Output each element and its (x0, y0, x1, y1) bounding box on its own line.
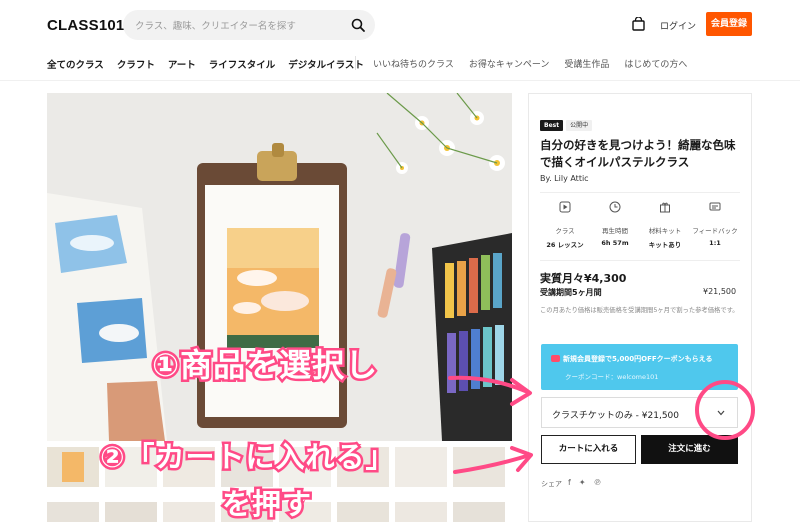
nav-item-campaign[interactable]: お得なキャンペーン (469, 57, 550, 70)
coupon-title: 新規会員登録で5,000円OFFクーポンもらえる (551, 354, 712, 364)
search-icon[interactable] (350, 17, 366, 33)
nav-item-digital-illust[interactable]: デジタルイラスト (288, 57, 364, 71)
divider (540, 192, 740, 193)
best-badge: Best (540, 120, 564, 131)
nav-item-beginners[interactable]: はじめての方へ (624, 57, 687, 70)
nav-item-student-works[interactable]: 受講生作品 (564, 57, 609, 70)
badge-group: Best 公開中 (540, 120, 593, 131)
annotation-step-3: を押す (219, 485, 313, 522)
monthly-price: 実質月々¥4,300 (540, 272, 627, 285)
nav-item-art[interactable]: アート (168, 57, 196, 71)
annotation-step-2: ②「カートに入れる」 (98, 438, 398, 477)
info-kit: 材料キット キットあり (640, 198, 690, 249)
search-input[interactable]: クラス、趣味、クリエイター名を探す (123, 10, 375, 40)
nav-item-craft[interactable]: クラフト (117, 57, 155, 71)
coupon-icon (551, 355, 560, 362)
option-select[interactable]: クラスチケットのみ - ¥21,500 (541, 397, 738, 428)
info-label: 再生時間 (602, 227, 628, 235)
nav-item-likes[interactable]: いいね待ちのクラス (373, 57, 454, 70)
product-photo[interactable] (47, 93, 512, 441)
divider (540, 260, 740, 261)
info-label: 材料キット (648, 227, 682, 235)
order-button[interactable]: 注文に進む (641, 435, 738, 464)
nav-item-lifestyle[interactable]: ライフスタイル (209, 57, 276, 71)
class-info-row: クラス 26 レッスン 再生時間 6h 57m 材料キット キットあり フィード… (540, 198, 740, 249)
logo[interactable]: CLASS101 (47, 17, 124, 34)
nav-item-all-classes[interactable]: 全てのクラス (47, 57, 104, 71)
info-label: クラス (555, 227, 575, 235)
share-label: シェア (541, 480, 562, 488)
info-feedback: フィードバック 1:1 (690, 198, 740, 249)
coupon-banner[interactable]: 新規会員登録で5,000円OFFクーポンもらえる クーポンコード：welcome… (541, 344, 738, 390)
feedback-icon (709, 202, 721, 211)
annotation-step-1: ①商品を選択し (149, 344, 379, 387)
info-duration: 再生時間 6h 57m (590, 198, 640, 249)
add-to-cart-button[interactable]: カートに入れる (541, 435, 636, 464)
signup-button[interactable]: 会員登録 (706, 12, 752, 36)
status-badge: 公開中 (566, 120, 593, 131)
coupon-code: クーポンコード：welcome101 (565, 373, 659, 381)
main-nav: 全てのクラス クラフト アート ライフスタイル デジタルイラスト (47, 57, 364, 71)
nav-divider (355, 56, 356, 70)
info-value: キットあり (648, 241, 682, 249)
total-price: ¥21,500 (703, 287, 737, 296)
sub-nav: いいね待ちのクラス お得なキャンペーン 受講生作品 はじめての方へ (373, 57, 687, 70)
shopping-bag-icon[interactable] (632, 17, 645, 31)
clock-icon (609, 201, 621, 213)
coupon-title-text: 新規会員登録で5,000円OFFクーポンもらえる (563, 355, 713, 363)
login-link[interactable]: ログイン (660, 19, 696, 32)
course-period: 受講期間5ヶ月間 (540, 288, 602, 297)
price-note: この月あたり価格は販売価格を受講期間5ヶ月で割った参考価格です。 (540, 307, 739, 314)
author-name[interactable]: By. Lily Attic (540, 174, 589, 183)
info-value: 26 レッスン (546, 241, 584, 249)
info-value: 1:1 (709, 239, 721, 247)
option-select-value: クラスチケットのみ - ¥21,500 (552, 411, 680, 421)
header-divider (0, 80, 800, 81)
twitter-icon[interactable]: ✦ (579, 478, 586, 487)
facebook-icon[interactable]: f (568, 478, 571, 487)
photo-illustration (47, 93, 512, 441)
product-title: 自分の好きを見つけよう！綺麗な色味で描くオイルパステルクラス (540, 138, 736, 169)
info-label: フィードバック (692, 227, 738, 235)
play-icon (559, 201, 571, 213)
info-value: 6h 57m (601, 239, 629, 247)
pinterest-icon[interactable]: ℗ (594, 478, 602, 487)
search-placeholder: クラス、趣味、クリエイター名を探す (135, 21, 296, 32)
chevron-down-icon[interactable] (717, 410, 725, 416)
share-icons: f ✦ ℗ (568, 478, 602, 487)
info-lessons: クラス 26 レッスン (540, 198, 590, 249)
kit-icon (660, 202, 670, 213)
